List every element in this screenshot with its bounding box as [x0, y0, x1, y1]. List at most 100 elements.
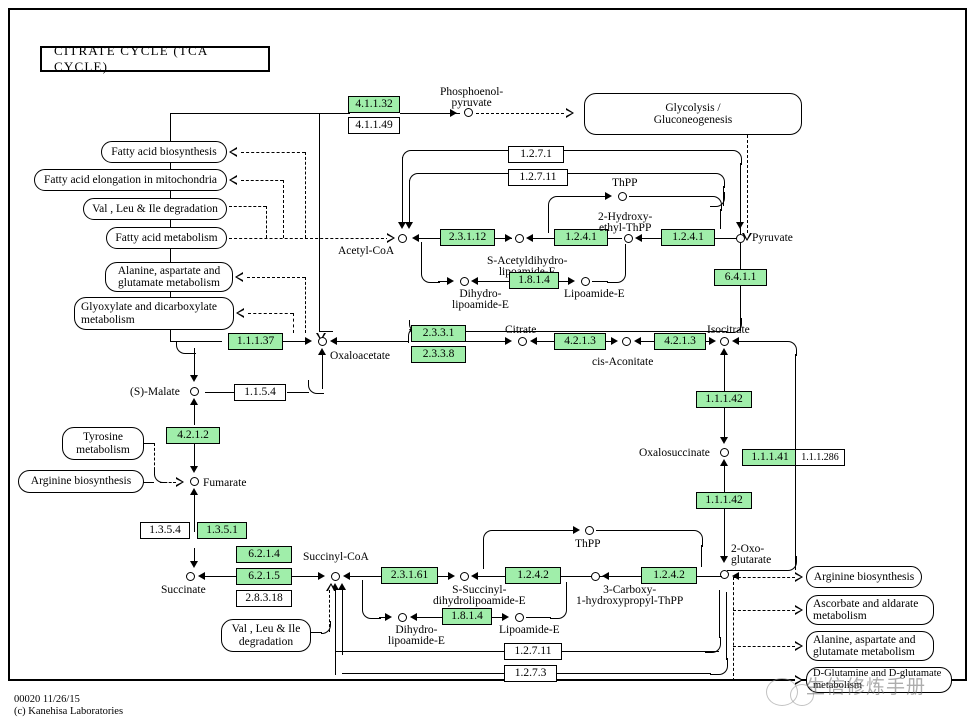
- compound-node-dihydrolipoamide-e-top[interactable]: [460, 277, 469, 286]
- compound-node-isocitrate[interactable]: [720, 337, 729, 346]
- compound-node-succinyl-coa[interactable]: [331, 572, 340, 581]
- enzyme-box-1.2.4.2-b[interactable]: 1.2.4.2: [641, 567, 697, 584]
- compound-label-isocitrate: Isocitrate: [707, 324, 750, 336]
- line-bypass-down-top: [795, 354, 796, 451]
- arrowhead-into-alanine-aspartate-glutamate-top: [235, 272, 243, 282]
- enzyme-box-4.1.1.32[interactable]: 4.1.1.32: [348, 96, 400, 113]
- compound-node-oxalosuccinate[interactable]: [720, 448, 729, 457]
- dash-to-arginine-right: [733, 577, 795, 578]
- pathway-box-alanine-aspartate-glutamate-right[interactable]: Alanine, aspartate and glutamate metabol…: [806, 631, 934, 661]
- compound-node-lipoamide-e-top[interactable]: [581, 277, 590, 286]
- compound-node-s-acetyldihydrolipoamide-e[interactable]: [515, 234, 524, 243]
- enzyme-box-1.8.1.4-bottom[interactable]: 1.8.1.4: [442, 608, 492, 625]
- dash-fae-h: [241, 180, 283, 181]
- compound-node-thpp-bottom[interactable]: [585, 526, 594, 535]
- enzyme-box-1.2.7.1[interactable]: 1.2.7.1: [508, 146, 564, 163]
- compound-node-dihydrolipoamide-e-bottom[interactable]: [398, 613, 407, 622]
- enzyme-box-1.1.1.41[interactable]: 1.1.1.41: [742, 449, 798, 466]
- link-pep-to-glycolysis: [476, 113, 564, 114]
- enzyme-box-2.3.3.1[interactable]: 2.3.3.1: [411, 325, 466, 342]
- page-title: CITRATE CYCLE (TCA CYCLE): [40, 43, 270, 74]
- pathway-box-val-leu-ile-degradation-bottom[interactable]: Val , Leu & Ile degradation: [221, 619, 311, 652]
- line-1.2.7.3-up: [726, 592, 727, 660]
- line-4.2.1.2-down: [194, 444, 195, 467]
- enzyme-box-4.2.1.3-a[interactable]: 4.2.1.3: [554, 333, 606, 350]
- enzyme-box-1.1.1.37[interactable]: 1.1.1.37: [228, 333, 283, 350]
- compound-node-3-carboxy-1-hydroxypropyl-thpp[interactable]: [591, 572, 600, 581]
- enzyme-box-2.3.3.8[interactable]: 2.3.3.8: [411, 346, 466, 363]
- line-acetylcoa-to-2.3.1.12: [419, 238, 441, 239]
- enzyme-box-1.2.7.11-bottom[interactable]: 1.2.7.11: [504, 643, 562, 660]
- dash-alaasp-h: [247, 277, 305, 278]
- enzyme-box-4.1.1.49[interactable]: 4.1.1.49: [348, 117, 400, 134]
- arrowhead-to-dihydrolipoamide-bottom: [385, 613, 392, 621]
- compound-node-citrate[interactable]: [518, 337, 527, 346]
- enzyme-box-1.2.7.3[interactable]: 1.2.7.3: [504, 665, 557, 682]
- pathway-box-tyrosine-metabolism[interactable]: Tyrosine metabolism: [62, 427, 144, 460]
- enzyme-box-1.2.4.1-b[interactable]: 1.2.4.1: [661, 229, 715, 246]
- pathway-box-fatty-acid-elongation[interactable]: Fatty acid elongation in mitochondria: [34, 169, 227, 191]
- enzyme-box-1.1.1.42-top[interactable]: 1.1.1.42: [696, 391, 752, 408]
- enzyme-box-2.3.1.12[interactable]: 2.3.1.12: [440, 229, 495, 246]
- enzyme-box-6.2.1.4[interactable]: 6.2.1.4: [236, 546, 292, 563]
- pathway-box-val-leu-ile-degradation-top[interactable]: Val , Leu & Ile degradation: [83, 198, 227, 220]
- arrowhead-1.2.7.11-to-acetyl-coa: [405, 222, 413, 229]
- pathway-box-glycolysis[interactable]: Glycolysis / Gluconeogenesis: [584, 93, 802, 135]
- arrowhead-from-1.2.4.1-b: [635, 233, 642, 242]
- arrowhead-into-carboxy-right: [602, 572, 609, 580]
- enzyme-box-1.3.5.4[interactable]: 1.3.5.4: [140, 522, 190, 539]
- line-1.2.7.11-right: [567, 173, 711, 174]
- line-thpp-right: [629, 196, 708, 197]
- compound-node-s-succinyldihydrolipoamide-e[interactable]: [460, 572, 469, 581]
- compound-node-thpp-top[interactable]: [618, 192, 627, 201]
- pathway-box-glyoxylate-dicarboxylate[interactable]: Glyoxylate and dicarboxylate metabolism: [74, 297, 234, 330]
- line-1.2.4.2b-to-oxoglutarate: [696, 576, 722, 577]
- arrowhead-to-citrate: [505, 337, 512, 345]
- compound-node-oxaloacetate[interactable]: [318, 337, 327, 346]
- enzyme-box-4.2.1.2[interactable]: 4.2.1.2: [166, 427, 220, 444]
- compound-label-thpp-top: ThPP: [612, 177, 638, 189]
- arc-thpp-left: [548, 196, 565, 213]
- arrowhead-down-to-oxalosuccinate: [720, 437, 728, 444]
- line-sacetyl-to-1.2.4.1: [533, 238, 555, 239]
- enzyme-box-1.1.1.286[interactable]: 1.1.1.286: [795, 449, 845, 466]
- compound-node-lipoamide-e-bottom[interactable]: [515, 613, 524, 622]
- pathway-box-alanine-aspartate-glutamate-top[interactable]: Alanine, aspartate and glutamate metabol…: [105, 262, 233, 292]
- arrowhead-into-oxaloacetate-right: [330, 337, 337, 345]
- enzyme-box-6.2.1.5[interactable]: 6.2.1.5: [236, 568, 292, 585]
- line-1.2.7.11-bottom-up: [719, 590, 720, 638]
- compound-node-acetyl-coa[interactable]: [398, 234, 407, 243]
- compound-node-2-hydroxyethyl-thpp[interactable]: [624, 234, 633, 243]
- compound-node-fumarate[interactable]: [190, 477, 199, 486]
- pathway-box-arginine-biosynthesis-right[interactable]: Arginine biosynthesis: [806, 566, 922, 588]
- line-pyruvate-down: [740, 243, 741, 271]
- kegg-pathway-map: CITRATE CYCLE (TCA CYCLE) 00020 11/26/15…: [0, 0, 977, 728]
- enzyme-box-1.2.7.11[interactable]: 1.2.7.11: [508, 169, 568, 186]
- compound-node-2-oxoglutarate[interactable]: [720, 570, 729, 579]
- compound-node-phosphoenolpyruvate[interactable]: [464, 108, 473, 117]
- pathway-box-arginine-biosynthesis-left[interactable]: Arginine biosynthesis: [18, 470, 144, 493]
- enzyme-box-4.2.1.3-b[interactable]: 4.2.1.3: [654, 333, 706, 350]
- line-carboxy-to-1.2.4.2b: [609, 576, 642, 577]
- compound-node-succinate[interactable]: [186, 572, 195, 581]
- compound-node-s-malate[interactable]: [190, 387, 199, 396]
- enzyme-box-2.3.1.61[interactable]: 2.3.1.61: [381, 567, 438, 584]
- line-thpp-left-down: [548, 211, 549, 233]
- pathway-box-fatty-acid-biosynthesis[interactable]: Fatty acid biosynthesis: [101, 141, 227, 163]
- enzyme-box-1.1.1.42-bottom[interactable]: 1.1.1.42: [696, 492, 752, 509]
- enzyme-box-2.8.3.18[interactable]: 2.8.3.18: [236, 590, 292, 607]
- compound-node-cis-aconitate[interactable]: [622, 337, 631, 346]
- arc-1.2.7.1-left: [402, 150, 415, 163]
- enzyme-box-1.8.1.4-top[interactable]: 1.8.1.4: [509, 272, 559, 289]
- compound-node-pyruvate[interactable]: [736, 234, 745, 243]
- enzyme-box-1.3.5.1[interactable]: 1.3.5.1: [197, 522, 247, 539]
- enzyme-box-6.4.1.1[interactable]: 6.4.1.1: [714, 269, 767, 286]
- line-dihydro-to-1.8.1.4-bottom: [417, 617, 443, 618]
- pathway-box-fatty-acid-metabolism[interactable]: Fatty acid metabolism: [106, 227, 227, 249]
- pathway-box-d-glutamine-d-glutamate[interactable]: D-Glutamine and D-glutamate metabolism: [806, 667, 952, 693]
- pathway-box-ascorbate-aldarate[interactable]: Ascorbate and aldarate metabolism: [806, 595, 934, 625]
- arrowhead-into-succinate: [198, 572, 205, 580]
- compound-label-pyruvate: Pyruvate: [752, 232, 793, 244]
- enzyme-box-1.1.5.4[interactable]: 1.1.5.4: [234, 384, 286, 401]
- arrowhead-into-citrate-right: [530, 337, 537, 345]
